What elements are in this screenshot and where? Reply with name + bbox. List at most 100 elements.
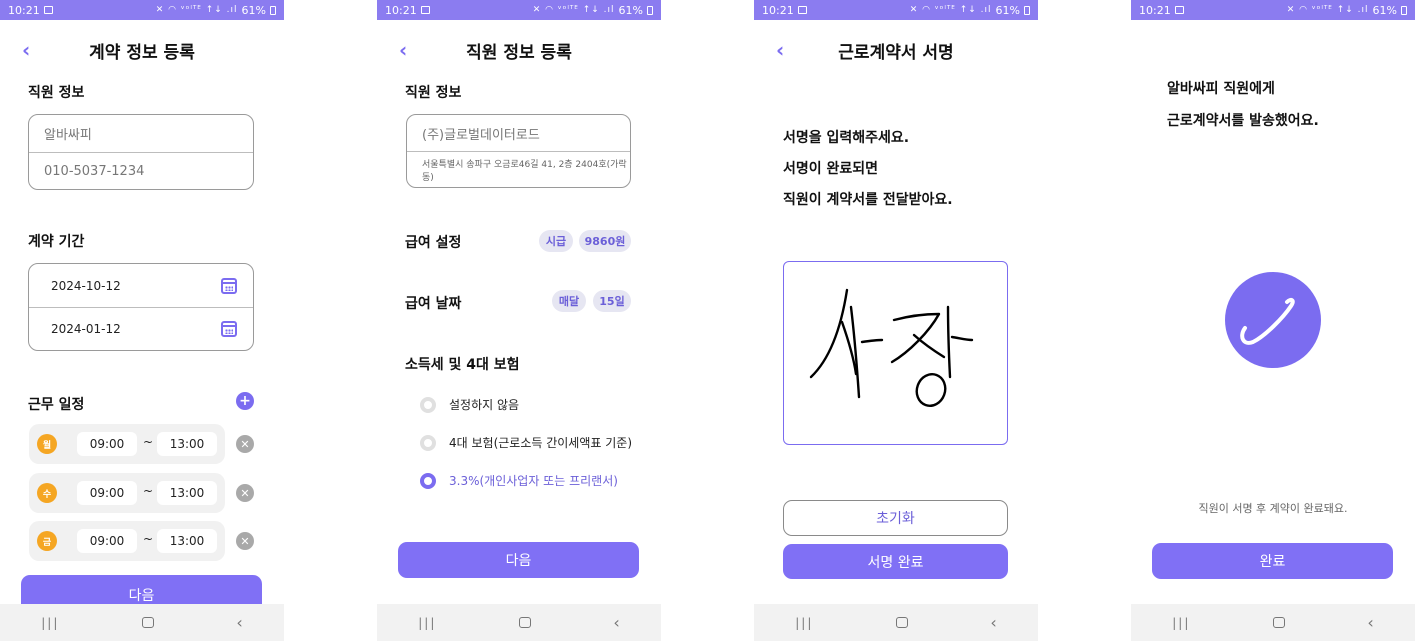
next-button[interactable]: 다음	[398, 542, 639, 578]
employee-info-fields: 알바싸피 010-5037-1234	[28, 114, 254, 190]
wage-section-title: 급여 설정	[405, 235, 462, 251]
battery-level: 61%	[1372, 3, 1397, 17]
system-nav-bar: ||| ‹	[1131, 604, 1415, 641]
home-icon[interactable]	[141, 617, 154, 628]
complete-signature-button[interactable]: 서명 완료	[783, 544, 1008, 579]
payday-day-tag[interactable]: 15일	[593, 290, 631, 312]
gallery-icon	[1174, 6, 1184, 14]
battery-level: 61%	[618, 3, 643, 17]
recent-apps-icon[interactable]: |||	[795, 616, 813, 630]
gallery-icon	[43, 6, 53, 14]
payday-cycle-tag[interactable]: 매달	[552, 290, 586, 312]
radio-selected-icon[interactable]	[420, 472, 436, 489]
employee-phone-input[interactable]: 010-5037-1234	[29, 152, 253, 189]
start-time-input[interactable]: 09:00	[77, 529, 137, 553]
company-name-field[interactable]: (주)글로벌데이터로드	[407, 115, 630, 151]
time-separator: ~	[143, 532, 154, 546]
schedule-section-title: 근무 일정	[28, 397, 85, 413]
radio-icon[interactable]	[420, 396, 436, 413]
schedule-row: 금 09:00 ~ 13:00	[29, 521, 225, 561]
status-icons: ✕ ◠ ᵛᵒˡᵀᴱ ↑↓ .ıl	[1286, 5, 1369, 15]
day-badge: 금	[37, 531, 57, 551]
nav-back-icon[interactable]: ‹	[1367, 613, 1373, 632]
day-badge: 월	[37, 434, 57, 454]
status-bar: 10:21 ✕ ◠ ᵛᵒˡᵀᴱ ↑↓ .ıl 61%	[0, 0, 284, 20]
end-date-field[interactable]: 2024-01-12	[29, 307, 253, 350]
remove-schedule-button[interactable]: ✕	[236, 484, 254, 502]
completion-note: 직원이 서명 후 계약이 완료돼요.	[1198, 502, 1348, 515]
back-icon[interactable]: ‹	[399, 38, 407, 62]
header: ‹ 근로계약서 서명	[754, 30, 1038, 70]
workplace-info-fields: (주)글로벌데이터로드 서울특별시 송파구 오금로46길 41, 2층 2404…	[406, 114, 631, 188]
header: ‹ 계약 정보 등록	[0, 30, 284, 70]
battery-icon	[647, 5, 653, 15]
tax-option-3-3-percent[interactable]: 3.3%(개인사업자 또는 프리랜서)	[420, 472, 618, 489]
battery-icon	[1024, 5, 1030, 15]
tax-option-label: 3.3%(개인사업자 또는 프리랜서)	[449, 474, 618, 488]
status-icons: ✕ ◠ ᵛᵒˡᵀᴱ ↑↓ .ıl	[532, 5, 615, 15]
system-nav-bar: ||| ‹	[754, 604, 1038, 641]
company-address-field[interactable]: 서울특별시 송파구 오금로46길 41, 2층 2404호(가락동)	[407, 151, 630, 187]
end-time-input[interactable]: 13:00	[157, 529, 217, 553]
start-date-value: 2024-10-12	[51, 278, 121, 293]
start-time-input[interactable]: 09:00	[77, 432, 137, 456]
status-bar: 10:21 ✕ ◠ ᵛᵒˡᵀᴱ ↑↓ .ıl 61%	[377, 0, 661, 20]
done-button[interactable]: 완료	[1152, 543, 1393, 579]
home-icon[interactable]	[1272, 617, 1285, 628]
recent-apps-icon[interactable]: |||	[1172, 616, 1190, 630]
schedule-row: 월 09:00 ~ 13:00	[29, 424, 225, 464]
employee-name-input[interactable]: 알바싸피	[29, 115, 253, 152]
reset-button[interactable]: 초기화	[783, 500, 1008, 536]
nav-back-icon[interactable]: ‹	[613, 613, 619, 632]
add-schedule-button[interactable]: +	[236, 392, 254, 410]
signature-drawing	[809, 288, 974, 407]
remove-schedule-button[interactable]: ✕	[236, 532, 254, 550]
signature-instruction-3: 직원이 계약서를 전달받아요.	[783, 192, 953, 208]
system-nav-bar: ||| ‹	[0, 604, 284, 641]
back-icon[interactable]: ‹	[776, 38, 784, 62]
end-time-input[interactable]: 13:00	[157, 432, 217, 456]
employee-section-title: 직원 정보	[405, 85, 462, 101]
home-icon[interactable]	[895, 617, 908, 628]
schedule-row: 수 09:00 ~ 13:00	[29, 473, 225, 513]
wage-type-tag[interactable]: 시급	[539, 230, 573, 252]
tax-option-none[interactable]: 설정하지 않음	[420, 396, 519, 413]
day-badge: 수	[37, 483, 57, 503]
screen-employee-info: 10:21 ✕ ◠ ᵛᵒˡᵀᴱ ↑↓ .ıl 61% ‹ 직원 정보 등록 직원 …	[377, 0, 661, 641]
back-icon[interactable]: ‹	[22, 38, 30, 62]
page-title: 근로계약서 서명	[838, 42, 954, 63]
recent-apps-icon[interactable]: |||	[418, 616, 436, 630]
wage-amount-tag[interactable]: 9860원	[579, 230, 631, 252]
battery-level: 61%	[241, 3, 266, 17]
calendar-icon[interactable]	[221, 277, 237, 294]
screen-contract-signature: 10:21 ✕ ◠ ᵛᵒˡᵀᴱ ↑↓ .ıl 61% ‹ 근로계약서 서명 서명을…	[754, 0, 1038, 641]
status-icons: ✕ ◠ ᵛᵒˡᵀᴱ ↑↓ .ıl	[909, 5, 992, 15]
nav-back-icon[interactable]: ‹	[990, 613, 996, 632]
start-time-input[interactable]: 09:00	[77, 481, 137, 505]
signature-pad[interactable]	[783, 261, 1008, 445]
recent-apps-icon[interactable]: |||	[41, 616, 59, 630]
radio-icon[interactable]	[420, 434, 436, 451]
start-date-field[interactable]: 2024-10-12	[29, 264, 253, 307]
page-title: 직원 정보 등록	[466, 42, 572, 63]
system-nav-bar: ||| ‹	[377, 604, 661, 641]
time-separator: ~	[143, 484, 154, 498]
status-icons: ✕ ◠ ᵛᵒˡᵀᴱ ↑↓ .ıl	[155, 5, 238, 15]
gallery-icon	[797, 6, 807, 14]
payday-section-title: 급여 날짜	[405, 296, 462, 312]
status-time: 10:21	[385, 3, 417, 17]
remove-schedule-button[interactable]: ✕	[236, 435, 254, 453]
sent-message-1: 알바싸피 직원에게	[1167, 81, 1275, 97]
status-time: 10:21	[1139, 3, 1171, 17]
tax-option-4-insurance[interactable]: 4대 보험(근로소득 간이세액표 기준)	[420, 434, 632, 451]
calendar-icon[interactable]	[221, 321, 237, 337]
end-time-input[interactable]: 13:00	[157, 481, 217, 505]
signature-instruction-1: 서명을 입력해주세요.	[783, 130, 910, 146]
contract-period-fields: 2024-10-12 2024-01-12	[28, 263, 254, 351]
header: ‹ 직원 정보 등록	[377, 30, 661, 70]
tax-option-label: 4대 보험(근로소득 간이세액표 기준)	[449, 436, 633, 450]
end-date-value: 2024-01-12	[51, 322, 121, 336]
home-icon[interactable]	[518, 617, 531, 628]
status-bar: 10:21 ✕ ◠ ᵛᵒˡᵀᴱ ↑↓ .ıl 61%	[1131, 0, 1415, 20]
nav-back-icon[interactable]: ‹	[236, 613, 242, 632]
